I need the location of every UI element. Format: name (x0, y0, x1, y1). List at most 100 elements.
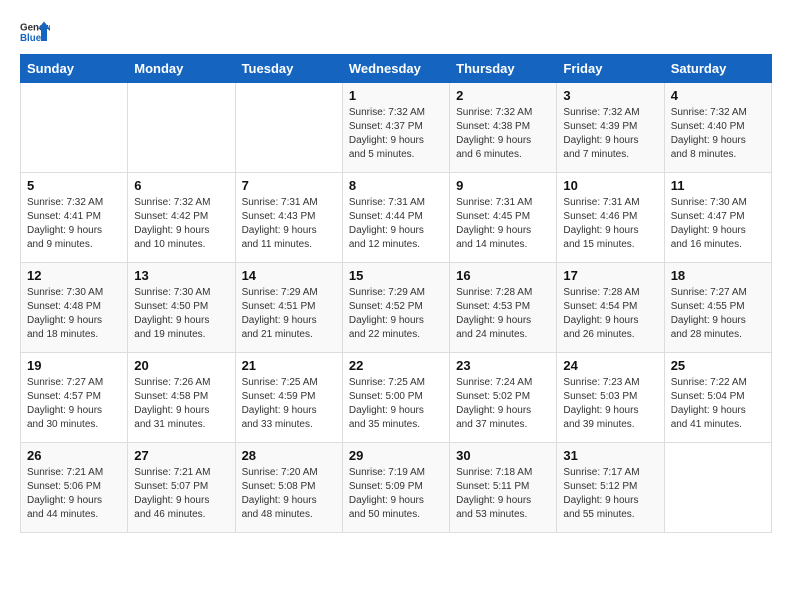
day-info: Sunrise: 7:30 AMSunset: 4:47 PMDaylight:… (671, 196, 765, 252)
calendar-header-friday: Friday (557, 55, 664, 83)
day-info: Sunrise: 7:23 AMSunset: 5:03 PMDaylight:… (563, 376, 657, 432)
day-number: 7 (242, 178, 336, 193)
svg-text:Blue: Blue (20, 33, 42, 44)
day-info: Sunrise: 7:32 AMSunset: 4:39 PMDaylight:… (563, 106, 657, 162)
calendar-day: 26 Sunrise: 7:21 AMSunset: 5:06 PMDayligh… (21, 443, 128, 533)
day-number: 30 (456, 448, 550, 463)
day-info: Sunrise: 7:27 AMSunset: 4:57 PMDaylight:… (27, 376, 121, 432)
calendar-week-1: 1 Sunrise: 7:32 AMSunset: 4:37 PMDaylight… (21, 83, 772, 173)
logo: General Blue (20, 20, 50, 44)
day-info: Sunrise: 7:29 AMSunset: 4:51 PMDaylight:… (242, 286, 336, 342)
day-info: Sunrise: 7:29 AMSunset: 4:52 PMDaylight:… (349, 286, 443, 342)
day-number: 3 (563, 88, 657, 103)
calendar-day: 22Sunrise: 7:25 AMSunset: 5:00 PMDayligh… (342, 353, 449, 443)
day-number: 17 (563, 268, 657, 283)
calendar-day: 21 Sunrise: 7:25 AMSunset: 4:59 PMDayligh… (235, 353, 342, 443)
day-number: 5 (27, 178, 121, 193)
calendar-day: 16 Sunrise: 7:28 AMSunset: 4:53 PMDayligh… (450, 263, 557, 353)
calendar-day: 30 Sunrise: 7:18 AMSunset: 5:11 PMDayligh… (450, 443, 557, 533)
calendar-day: 11 Sunrise: 7:30 AMSunset: 4:47 PMDayligh… (664, 173, 771, 263)
calendar-day (235, 83, 342, 173)
calendar-day: 14Sunrise: 7:29 AMSunset: 4:51 PMDayligh… (235, 263, 342, 353)
calendar-header-thursday: Thursday (450, 55, 557, 83)
calendar-week-3: 12 Sunrise: 7:30 AMSunset: 4:48 PMDayligh… (21, 263, 772, 353)
calendar-day: 31Sunrise: 7:17 AMSunset: 5:12 PMDayligh… (557, 443, 664, 533)
calendar-day: 23 Sunrise: 7:24 AMSunset: 5:02 PMDayligh… (450, 353, 557, 443)
day-number: 23 (456, 358, 550, 373)
day-number: 16 (456, 268, 550, 283)
day-info: Sunrise: 7:32 AMSunset: 4:42 PMDaylight:… (134, 196, 228, 252)
day-number: 4 (671, 88, 765, 103)
calendar-day: 9 Sunrise: 7:31 AMSunset: 4:45 PMDaylight… (450, 173, 557, 263)
day-number: 19 (27, 358, 121, 373)
day-info: Sunrise: 7:28 AMSunset: 4:53 PMDaylight:… (456, 286, 550, 342)
calendar-header-tuesday: Tuesday (235, 55, 342, 83)
calendar-day: 8 Sunrise: 7:31 AMSunset: 4:44 PMDaylight… (342, 173, 449, 263)
day-info: Sunrise: 7:21 AMSunset: 5:06 PMDaylight:… (27, 466, 121, 522)
day-number: 25 (671, 358, 765, 373)
calendar-header-wednesday: Wednesday (342, 55, 449, 83)
calendar-day: 3 Sunrise: 7:32 AMSunset: 4:39 PMDaylight… (557, 83, 664, 173)
day-info: Sunrise: 7:20 AMSunset: 5:08 PMDaylight:… (242, 466, 336, 522)
day-info: Sunrise: 7:21 AMSunset: 5:07 PMDaylight:… (134, 466, 228, 522)
day-info: Sunrise: 7:28 AMSunset: 4:54 PMDaylight:… (563, 286, 657, 342)
calendar-day: 2 Sunrise: 7:32 AMSunset: 4:38 PMDaylight… (450, 83, 557, 173)
calendar-header-sunday: Sunday (21, 55, 128, 83)
day-number: 11 (671, 178, 765, 193)
calendar-table: SundayMondayTuesdayWednesdayThursdayFrid… (20, 54, 772, 533)
day-info: Sunrise: 7:30 AMSunset: 4:48 PMDaylight:… (27, 286, 121, 342)
day-info: Sunrise: 7:31 AMSunset: 4:45 PMDaylight:… (456, 196, 550, 252)
calendar-day (128, 83, 235, 173)
day-info: Sunrise: 7:25 AMSunset: 4:59 PMDaylight:… (242, 376, 336, 432)
day-info: Sunrise: 7:31 AMSunset: 4:43 PMDaylight:… (242, 196, 336, 252)
calendar-header-row: SundayMondayTuesdayWednesdayThursdayFrid… (21, 55, 772, 83)
calendar-week-2: 5 Sunrise: 7:32 AMSunset: 4:41 PMDaylight… (21, 173, 772, 263)
day-info: Sunrise: 7:26 AMSunset: 4:58 PMDaylight:… (134, 376, 228, 432)
day-info: Sunrise: 7:27 AMSunset: 4:55 PMDaylight:… (671, 286, 765, 342)
calendar-day: 5 Sunrise: 7:32 AMSunset: 4:41 PMDaylight… (21, 173, 128, 263)
day-info: Sunrise: 7:32 AMSunset: 4:37 PMDaylight:… (349, 106, 443, 162)
calendar-week-5: 26 Sunrise: 7:21 AMSunset: 5:06 PMDayligh… (21, 443, 772, 533)
calendar-day: 18 Sunrise: 7:27 AMSunset: 4:55 PMDayligh… (664, 263, 771, 353)
calendar-day: 28 Sunrise: 7:20 AMSunset: 5:08 PMDayligh… (235, 443, 342, 533)
day-number: 8 (349, 178, 443, 193)
calendar-day: 7 Sunrise: 7:31 AMSunset: 4:43 PMDaylight… (235, 173, 342, 263)
day-number: 28 (242, 448, 336, 463)
day-info: Sunrise: 7:18 AMSunset: 5:11 PMDaylight:… (456, 466, 550, 522)
day-info: Sunrise: 7:24 AMSunset: 5:02 PMDaylight:… (456, 376, 550, 432)
day-number: 9 (456, 178, 550, 193)
day-number: 22 (349, 358, 443, 373)
calendar-day: 24Sunrise: 7:23 AMSunset: 5:03 PMDayligh… (557, 353, 664, 443)
day-info: Sunrise: 7:32 AMSunset: 4:38 PMDaylight:… (456, 106, 550, 162)
day-number: 18 (671, 268, 765, 283)
calendar-day: 17 Sunrise: 7:28 AMSunset: 4:54 PMDayligh… (557, 263, 664, 353)
logo-icon: General Blue (20, 20, 50, 44)
day-number: 1 (349, 88, 443, 103)
day-number: 6 (134, 178, 228, 193)
day-number: 26 (27, 448, 121, 463)
day-number: 21 (242, 358, 336, 373)
day-info: Sunrise: 7:22 AMSunset: 5:04 PMDaylight:… (671, 376, 765, 432)
header: General Blue (20, 20, 772, 44)
day-info: Sunrise: 7:31 AMSunset: 4:44 PMDaylight:… (349, 196, 443, 252)
day-number: 10 (563, 178, 657, 193)
day-number: 31 (563, 448, 657, 463)
calendar-day: 12 Sunrise: 7:30 AMSunset: 4:48 PMDayligh… (21, 263, 128, 353)
calendar-header-monday: Monday (128, 55, 235, 83)
calendar-day: 19 Sunrise: 7:27 AMSunset: 4:57 PMDayligh… (21, 353, 128, 443)
day-info: Sunrise: 7:19 AMSunset: 5:09 PMDaylight:… (349, 466, 443, 522)
day-info: Sunrise: 7:30 AMSunset: 4:50 PMDaylight:… (134, 286, 228, 342)
calendar-body: 1 Sunrise: 7:32 AMSunset: 4:37 PMDaylight… (21, 83, 772, 533)
calendar-header-saturday: Saturday (664, 55, 771, 83)
day-number: 13 (134, 268, 228, 283)
day-info: Sunrise: 7:32 AMSunset: 4:41 PMDaylight:… (27, 196, 121, 252)
calendar-day: 25 Sunrise: 7:22 AMSunset: 5:04 PMDayligh… (664, 353, 771, 443)
day-info: Sunrise: 7:32 AMSunset: 4:40 PMDaylight:… (671, 106, 765, 162)
calendar-day: 29 Sunrise: 7:19 AMSunset: 5:09 PMDayligh… (342, 443, 449, 533)
calendar-day: 15Sunrise: 7:29 AMSunset: 4:52 PMDayligh… (342, 263, 449, 353)
calendar-day: 13 Sunrise: 7:30 AMSunset: 4:50 PMDayligh… (128, 263, 235, 353)
day-number: 2 (456, 88, 550, 103)
day-number: 27 (134, 448, 228, 463)
day-number: 29 (349, 448, 443, 463)
day-number: 12 (27, 268, 121, 283)
